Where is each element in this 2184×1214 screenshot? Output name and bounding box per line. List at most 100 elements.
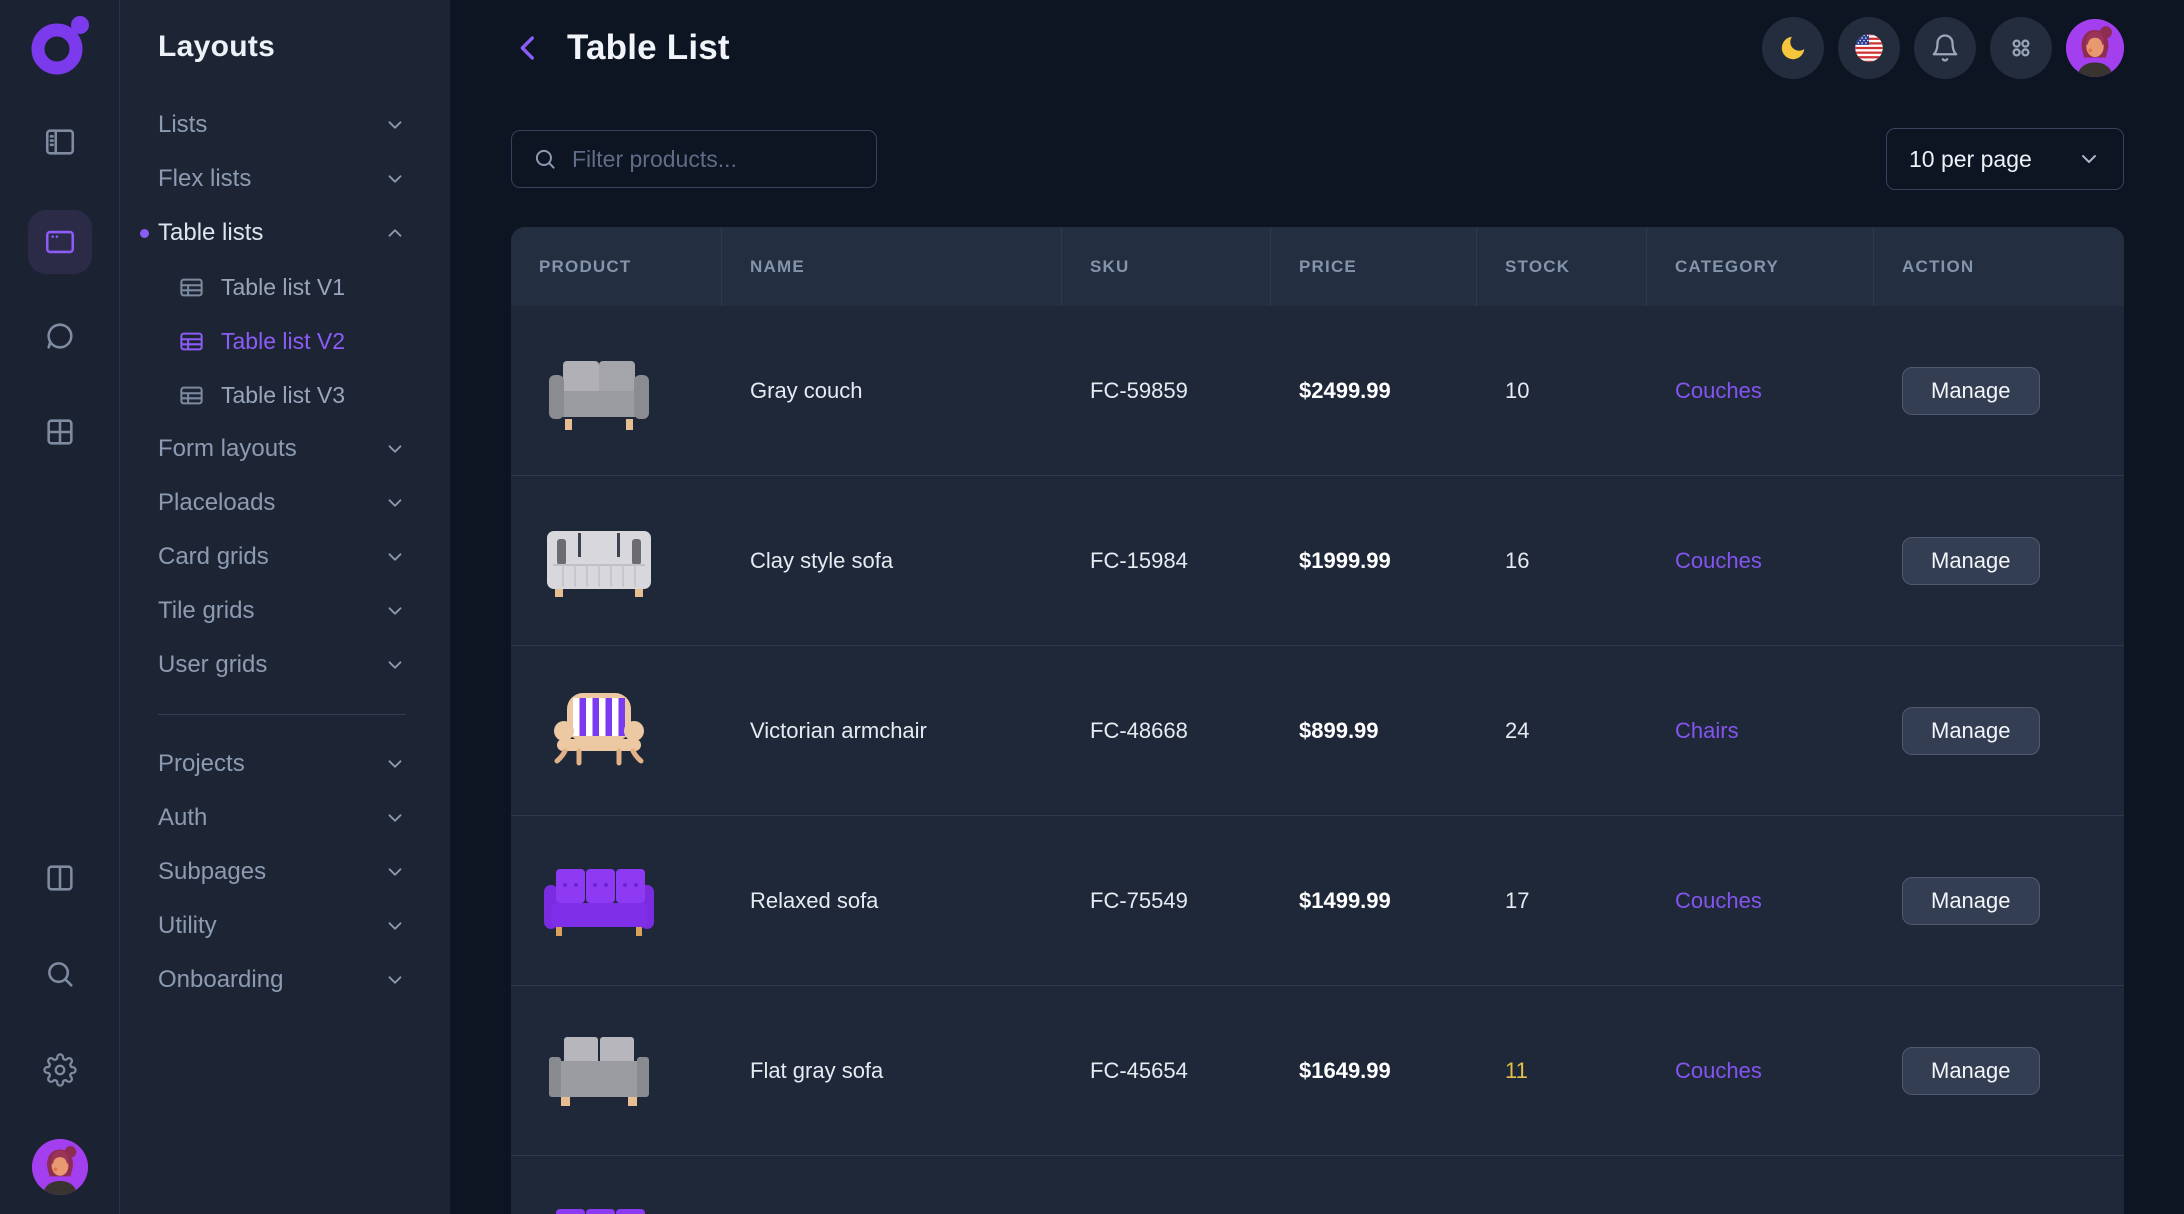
us-flag-icon[interactable] (1838, 17, 1900, 79)
sidebar-nav-item[interactable]: Utility (158, 899, 406, 953)
manage-button[interactable]: Manage (1902, 367, 2040, 415)
category-link[interactable]: Couches (1675, 1058, 1762, 1083)
chevron-down-icon (384, 969, 406, 991)
sidebar-nav-item[interactable]: Lists (158, 98, 406, 152)
product-image (539, 349, 659, 433)
nav-item-label: Lists (158, 111, 384, 139)
filter-products-box (511, 130, 877, 188)
product-price: $2499.99 (1271, 378, 1477, 404)
logo-ring-icon (28, 14, 92, 78)
back-chevron-icon[interactable] (511, 31, 545, 65)
nav-item-label: User grids (158, 651, 384, 679)
chevron-down-icon (384, 915, 406, 937)
product-stock: 24 (1477, 718, 1647, 744)
sidebar-nav-item[interactable]: Auth (158, 791, 406, 845)
filter-products-input[interactable] (572, 146, 856, 173)
product-image (539, 1029, 659, 1113)
chevron-down-icon (384, 600, 406, 622)
table-icon (178, 328, 205, 355)
column-header-product: PRODUCT (511, 227, 722, 306)
settings-gear-icon[interactable] (28, 1038, 92, 1102)
table-toolbar: 10 per page (511, 128, 2124, 190)
manage-button[interactable]: Manage (1902, 1047, 2040, 1095)
chevron-down-icon (384, 438, 406, 460)
product-price: $899.99 (1271, 718, 1477, 744)
per-page-select[interactable]: 10 per page (1886, 128, 2124, 190)
manage-button[interactable]: Manage (1902, 707, 2040, 755)
manage-button[interactable]: Manage (1902, 537, 2040, 585)
product-sku: FC-48668 (1062, 718, 1271, 744)
avatar-illustration (32, 1139, 88, 1195)
nav-divider (158, 714, 406, 715)
nav-group-layouts: Lists Flex lists Table lists (158, 98, 406, 692)
manage-button[interactable]: Manage (1902, 877, 2040, 925)
category-link[interactable]: Couches (1675, 548, 1762, 573)
sidebar-nav-item[interactable]: User grids (158, 638, 406, 692)
sidebar-nav-item[interactable]: Table list V2 (158, 314, 406, 368)
column-header-sku: SKU (1062, 227, 1271, 306)
table-row: Gray couch FC-59859 $2499.99 10 Couches … (511, 306, 2124, 476)
nav-item-label: Form layouts (158, 435, 384, 463)
sidebar-nav-item[interactable]: Subpages (158, 845, 406, 899)
chevron-down-icon (384, 861, 406, 883)
search-icon[interactable] (28, 942, 92, 1006)
chat-icon[interactable] (28, 304, 92, 368)
category-link[interactable]: Couches (1675, 378, 1762, 403)
category-link[interactable]: Chairs (1675, 718, 1739, 743)
chevron-down-icon (384, 654, 406, 676)
product-price: $1649.99 (1271, 1058, 1477, 1084)
product-sku: FC-59859 (1062, 378, 1271, 404)
per-page-value: 10 per page (1909, 146, 2032, 173)
rail-user-avatar[interactable] (32, 1139, 88, 1195)
nav-item-label: Table lists (158, 219, 384, 247)
sidebar-nav-item[interactable]: Form layouts (158, 422, 406, 476)
apps-icon[interactable] (1990, 17, 2052, 79)
sidebar-nav-item[interactable]: Flex lists (158, 152, 406, 206)
product-stock: 17 (1477, 888, 1647, 914)
sidebar-nav-item[interactable]: Projects (158, 737, 406, 791)
product-image (539, 689, 659, 773)
nav-item-label: Onboarding (158, 966, 384, 994)
product-stock: 11 (1477, 1058, 1647, 1084)
sidebar-nav-item[interactable]: Table lists (158, 206, 406, 260)
product-image (539, 519, 659, 603)
page-title: Table List (567, 28, 730, 68)
chevron-down-icon (2077, 147, 2101, 171)
table-row (511, 1156, 2124, 1214)
sidebar-nav-item[interactable]: Table list V1 (158, 260, 406, 314)
product-name: Clay style sofa (722, 548, 1062, 574)
header-user-avatar[interactable] (2066, 19, 2124, 77)
layouts-window-icon[interactable] (28, 210, 92, 274)
product-sku: FC-45654 (1062, 1058, 1271, 1084)
chevron-down-icon (384, 168, 406, 190)
moon-icon[interactable] (1762, 17, 1824, 79)
sidebar-nav-item[interactable]: Table list V3 (158, 368, 406, 422)
products-table: PRODUCT NAME SKU PRICE STOCK CATEGORY AC… (511, 227, 2124, 1214)
sidebar-nav-item[interactable]: Tile grids (158, 584, 406, 638)
column-header-stock: STOCK (1477, 227, 1647, 306)
grid-icon[interactable] (28, 400, 92, 464)
sidebar-nav-item[interactable]: Card grids (158, 530, 406, 584)
sidebar-toggle-icon[interactable] (28, 110, 92, 174)
app-logo[interactable] (28, 14, 92, 78)
columns-icon[interactable] (28, 846, 92, 910)
nav-item-label: Table list V2 (221, 328, 406, 355)
sidebar-nav-item[interactable]: Placeloads (158, 476, 406, 530)
sidebar-nav-item[interactable]: Onboarding (158, 953, 406, 1007)
chevron-down-icon (384, 492, 406, 514)
category-link[interactable]: Couches (1675, 888, 1762, 913)
chevron-down-icon (384, 114, 406, 136)
table-icon (178, 274, 205, 301)
nav-item-label: Subpages (158, 858, 384, 886)
main-content: Table List (450, 0, 2184, 1214)
chevron-up-icon (384, 222, 406, 244)
bell-icon[interactable] (1914, 17, 1976, 79)
table-row: Flat gray sofa FC-45654 $1649.99 11 Couc… (511, 986, 2124, 1156)
product-stock: 10 (1477, 378, 1647, 404)
product-name: Gray couch (722, 378, 1062, 404)
nav-item-label: Projects (158, 750, 384, 778)
chevron-down-icon (384, 753, 406, 775)
layouts-sidebar: Layouts Lists Flex lists Table lists (120, 0, 450, 1214)
product-name: Victorian armchair (722, 718, 1062, 744)
nav-item-label: Card grids (158, 543, 384, 571)
